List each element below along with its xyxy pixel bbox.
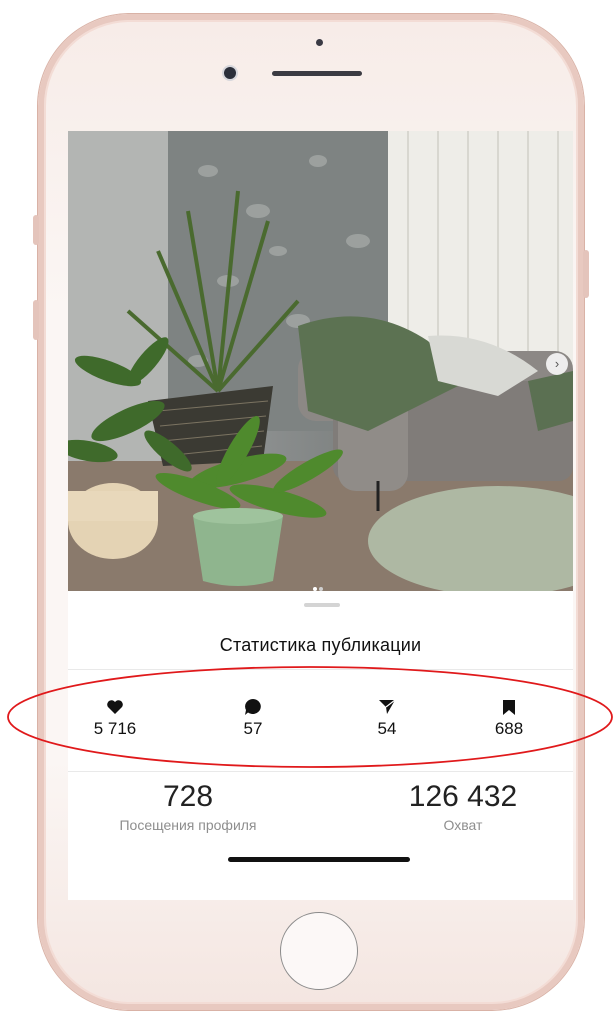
comment-icon: [208, 696, 298, 718]
metric-reach: 126 432 Охват: [378, 779, 548, 833]
home-button[interactable]: [280, 912, 358, 990]
home-indicator[interactable]: [228, 857, 410, 862]
chevron-right-icon[interactable]: ›: [546, 353, 568, 375]
comments-count: 57: [243, 719, 263, 738]
profile-visits-label: Посещения профиля: [119, 817, 257, 833]
side-button: [33, 300, 39, 340]
reach-value: 126 432: [408, 780, 518, 813]
sheet-grabber[interactable]: [304, 603, 340, 607]
post-photo[interactable]: ›: [68, 131, 573, 591]
reach-label: Охват: [443, 817, 483, 833]
sheet-title: Статистика публикации: [219, 635, 422, 655]
divider: [68, 771, 573, 772]
post-statistics-sheet: Статистика публикации 5 716 57 54 688 72…: [68, 591, 573, 900]
heart-icon: [70, 696, 160, 718]
stat-shares: 54: [342, 696, 432, 739]
side-button: [583, 250, 589, 298]
bookmark-icon: [464, 696, 554, 718]
share-icon: [342, 696, 432, 718]
front-camera: [224, 67, 236, 79]
sensor: [316, 39, 323, 46]
interior-photo-illustration: [68, 131, 573, 591]
stat-saves: 688: [464, 696, 554, 739]
shares-count: 54: [377, 719, 397, 738]
carousel-dots: [312, 578, 324, 591]
phone-screen: › Статистика публикации 5 716 57 54 688 …: [68, 131, 573, 900]
side-button: [33, 215, 39, 245]
divider: [68, 669, 573, 670]
engagement-stats: 5 716 57 54 688: [68, 696, 573, 756]
likes-count: 5 716: [93, 719, 137, 738]
stat-comments: 57: [208, 696, 298, 739]
saves-count: 688: [494, 719, 524, 738]
metric-profile-visits: 728 Посещения профиля: [98, 779, 278, 833]
speaker-grille: [272, 71, 362, 76]
profile-visits-value: 728: [162, 780, 214, 813]
stat-likes: 5 716: [70, 696, 160, 739]
